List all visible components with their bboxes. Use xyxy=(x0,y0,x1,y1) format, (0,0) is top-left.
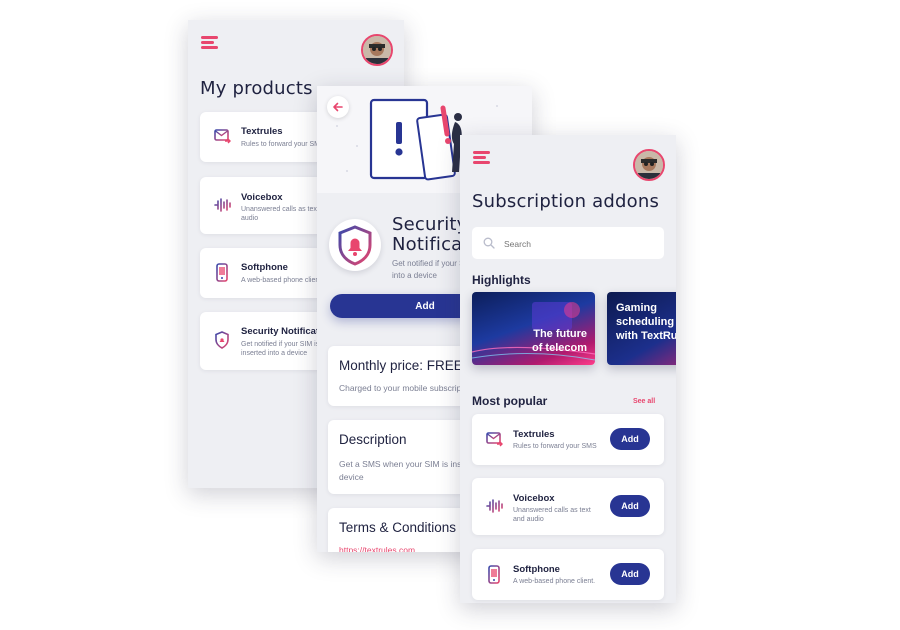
highlight-title-line2: of telecom xyxy=(531,342,587,354)
menu-icon[interactable] xyxy=(201,36,219,50)
voice-wave-icon xyxy=(214,198,231,212)
page-title: My products xyxy=(200,78,313,99)
highlights-heading: Highlights xyxy=(472,273,531,287)
see-all-link[interactable]: See all xyxy=(633,398,655,405)
addon-desc: A web-based phone client. xyxy=(513,578,596,585)
back-arrow-icon xyxy=(333,102,343,112)
phone-icon xyxy=(488,565,500,584)
price-title: Monthly price: FREE xyxy=(339,358,463,373)
search-bar[interactable] xyxy=(472,227,664,259)
product-name: Textrules xyxy=(241,126,283,137)
highlight-title-line1: Gaming xyxy=(616,302,657,314)
phone-icon xyxy=(216,263,228,282)
shield-bell-icon xyxy=(215,331,229,349)
sms-forward-icon xyxy=(486,432,503,447)
product-name: Softphone xyxy=(241,262,288,273)
subscription-addons-screen: Subscription addons Highlights The futur… xyxy=(460,135,676,603)
addon-desc: Rules to forward your SMS xyxy=(513,443,597,450)
back-button[interactable] xyxy=(327,96,349,118)
addon-desc: Unanswered calls as text and audio xyxy=(513,507,591,523)
addon-card-voicebox[interactable]: Voicebox Unanswered calls as text and au… xyxy=(472,478,664,535)
search-input[interactable] xyxy=(502,235,656,253)
highlight-title-line3: with TextRules xyxy=(616,330,676,342)
detail-title-line1: Security xyxy=(392,214,468,235)
addon-card-softphone[interactable]: Softphone A web-based phone client. Add xyxy=(472,549,664,600)
description-title: Description xyxy=(339,432,407,447)
highlight-card-gaming[interactable]: Gaming scheduling with TextRules xyxy=(607,292,676,365)
menu-icon[interactable] xyxy=(473,151,491,165)
avatar[interactable] xyxy=(361,34,393,66)
highlight-card-future[interactable]: The future of telecom xyxy=(472,292,595,365)
page-title: Subscription addons xyxy=(472,191,660,212)
addon-card-textrules[interactable]: Textrules Rules to forward your SMS Add xyxy=(472,414,664,465)
product-badge xyxy=(329,219,381,271)
voice-wave-icon xyxy=(486,499,503,513)
product-name: Voicebox xyxy=(241,192,283,203)
terms-link[interactable]: https://textrules.com xyxy=(339,544,415,552)
add-button[interactable]: Add xyxy=(610,563,650,585)
search-icon xyxy=(483,237,495,249)
addon-name: Softphone xyxy=(513,564,560,575)
addon-name: Voicebox xyxy=(513,493,555,504)
add-button[interactable]: Add xyxy=(610,428,650,450)
avatar[interactable] xyxy=(633,149,665,181)
most-popular-heading: Most popular xyxy=(472,394,548,408)
highlight-title-line1: The future xyxy=(533,328,587,340)
add-button[interactable]: Add xyxy=(610,495,650,517)
sms-forward-icon xyxy=(214,129,231,144)
shield-bell-icon xyxy=(338,225,372,266)
price-sub: Charged to your mobile subscription xyxy=(339,383,476,393)
highlight-title-line2: scheduling xyxy=(616,316,675,328)
terms-title: Terms & Conditions xyxy=(339,520,457,535)
addon-name: Textrules xyxy=(513,429,555,440)
